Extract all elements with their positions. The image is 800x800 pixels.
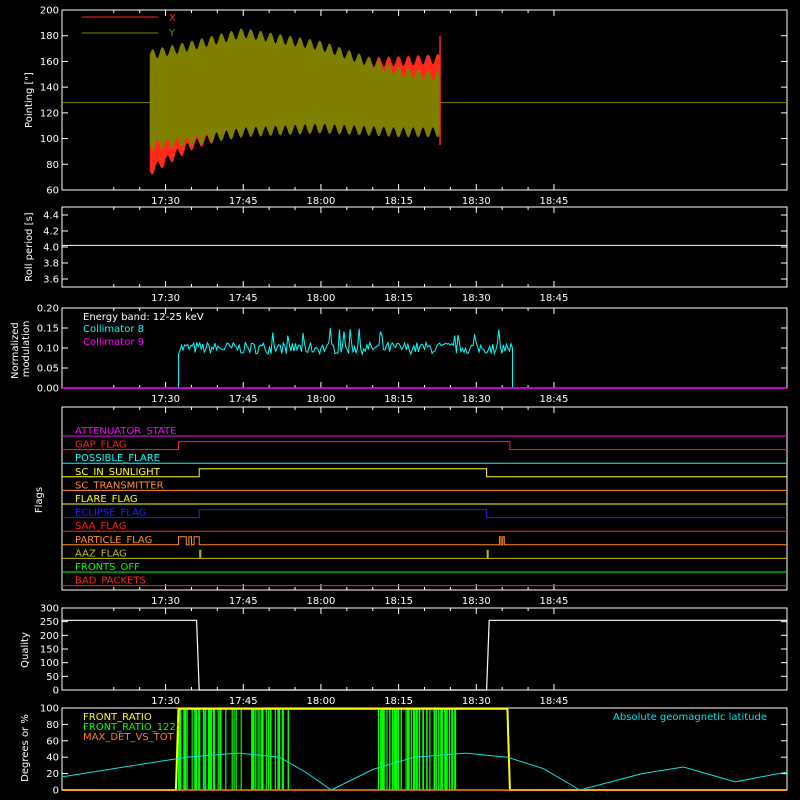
geo-ytick-label-5: 100 <box>40 704 59 715</box>
quality-xtick-label-0: 17:30 <box>151 696 180 707</box>
quality-xtick-label-2: 18:00 <box>307 696 336 707</box>
quality-ytick-label-1: 50 <box>46 672 59 683</box>
flag-label-saa-flag: SAA_FLAG <box>75 521 126 532</box>
modulation-xtick-label-1: 17:45 <box>229 394 258 405</box>
quality-ytick-label-2: 100 <box>40 658 59 669</box>
quality-xtick-label-3: 18:15 <box>384 696 413 707</box>
modulation-xtick-label-0: 17:30 <box>151 394 180 405</box>
flag-label-flare-flag: FLARE_FLAG <box>75 494 138 505</box>
pointing-xtick-label-0: 17:30 <box>151 196 180 207</box>
flag-label-eclipse-flag: ECLIPSE_FLAG <box>75 508 146 519</box>
roll-ytick-label-1: 3.8 <box>43 259 59 270</box>
geo-ylabel: Degrees or % <box>20 714 31 782</box>
roll-ytick-label-4: 4.4 <box>43 211 59 222</box>
pointing-xtick-label-3: 18:15 <box>384 196 413 207</box>
modulation-ytick-label-3: 0.15 <box>37 324 59 335</box>
flags-xtick-label-1: 17:45 <box>229 596 258 607</box>
roll-ylabel: Roll period [s] <box>24 212 35 281</box>
geo-ytick-label-1: 20 <box>46 769 59 780</box>
geo-ytick-label-0: 0 <box>53 786 59 797</box>
geo-ytick-label-2: 40 <box>46 753 59 764</box>
legend-collimator-8: Collimator 8 <box>83 324 144 335</box>
roll-xtick-label-2: 18:00 <box>307 293 336 304</box>
pointing-ytick-label-5: 160 <box>40 57 59 68</box>
flags-xtick-label-2: 18:00 <box>307 596 336 607</box>
flag-label-sc-transmitter: SC_TRANSMITTER <box>75 480 164 491</box>
quality-ytick-label-0: 0 <box>53 686 59 697</box>
legend-label-y: Y <box>168 28 176 39</box>
flag-label-bad-packets: BAD_PACKETS <box>75 576 146 587</box>
roll-xtick-label-5: 18:45 <box>540 293 569 304</box>
pointing-ytick-label-6: 180 <box>40 31 59 42</box>
roll-ytick-label-0: 3.6 <box>43 275 59 286</box>
modulation-ytick-label-1: 0.05 <box>37 364 59 375</box>
flags-xtick-label-5: 18:45 <box>540 596 569 607</box>
pointing-ytick-label-7: 200 <box>40 6 59 17</box>
pointing-ytick-label-4: 140 <box>40 83 59 94</box>
roll-xtick-label-0: 17:30 <box>151 293 180 304</box>
flags-xtick-label-4: 18:30 <box>462 596 491 607</box>
pointing-ylabel: Pointing ["] <box>24 72 35 128</box>
flag-label-sc-in-sunlight: SC_IN_SUNLIGHT <box>75 467 161 478</box>
modulation-ytick-label-0: 0.00 <box>37 384 59 395</box>
pointing-ytick-label-2: 100 <box>40 134 59 145</box>
legend-max-det-vs-tot: MAX_DET_VS_TOT <box>83 732 175 743</box>
flag-label-gap-flag: GAP_FLAG <box>75 440 127 451</box>
flag-label-aaz-flag: AAZ_FLAG <box>75 548 127 559</box>
legend-energy-band: Energy band: 12-25 keV <box>83 312 204 323</box>
pointing-ytick-label-3: 120 <box>40 108 59 119</box>
legend-geomag-latitude: Absolute geomagnetic latitude <box>613 712 767 723</box>
modulation-ytick-label-2: 0.10 <box>37 344 59 355</box>
multi-panel-instrument-figure: Pointing ["] 6080100120140160180200 17:3… <box>0 0 800 800</box>
quality-ytick-label-3: 150 <box>40 645 59 656</box>
geo-ytick-label-3: 60 <box>46 736 59 747</box>
legend-label-x: X <box>169 13 176 24</box>
quality-xtick-label-5: 18:45 <box>540 696 569 707</box>
modulation-ylabel: Normalized modulation <box>10 319 32 379</box>
flag-label-fronts-off: FRONTS_OFF <box>75 562 140 573</box>
pointing-xtick-label-2: 18:00 <box>307 196 336 207</box>
flag-label-possible-flare: POSSIBLE_FLARE <box>75 453 160 464</box>
roll-xtick-label-3: 18:15 <box>384 293 413 304</box>
pointing-ytick-label-0: 60 <box>46 186 59 197</box>
quality-ytick-label-6: 300 <box>40 604 59 615</box>
geo-ytick-label-4: 80 <box>46 720 59 731</box>
quality-ytick-label-4: 200 <box>40 631 59 642</box>
pointing-xtick-label-4: 18:30 <box>462 196 491 207</box>
flags-ylabel: Flags <box>34 487 45 513</box>
modulation-ytick-label-4: 0.20 <box>37 304 59 315</box>
pointing-xtick-label-1: 17:45 <box>229 196 258 207</box>
quality-xtick-label-1: 17:45 <box>229 696 258 707</box>
pointing-ytick-label-1: 80 <box>46 160 59 171</box>
modulation-ylabel-line1: Normalized <box>10 322 21 379</box>
modulation-ylabel-line2: modulation <box>21 321 32 378</box>
flags-xtick-label-3: 18:15 <box>384 596 413 607</box>
roll-ytick-label-3: 4.2 <box>43 227 59 238</box>
roll-xtick-label-1: 17:45 <box>229 293 258 304</box>
quality-xtick-label-4: 18:30 <box>462 696 491 707</box>
flags-xtick-label-0: 17:30 <box>151 596 180 607</box>
roll-ytick-label-2: 4.0 <box>43 243 59 254</box>
roll-xtick-label-4: 18:30 <box>462 293 491 304</box>
flag-label-particle-flag: PARTICLE_FLAG <box>75 535 152 546</box>
modulation-xtick-label-5: 18:45 <box>540 394 569 405</box>
legend-collimator-9: Collimator 9 <box>83 337 144 348</box>
modulation-xtick-label-4: 18:30 <box>462 394 491 405</box>
quality-ylabel: Quality <box>20 632 31 668</box>
modulation-xtick-label-3: 18:15 <box>384 394 413 405</box>
pointing-xtick-label-5: 18:45 <box>540 196 569 207</box>
flag-label-attenuator-state: ATTENUATOR_STATE <box>75 426 176 437</box>
quality-ytick-label-5: 250 <box>40 617 59 628</box>
modulation-xtick-label-2: 18:00 <box>307 394 336 405</box>
